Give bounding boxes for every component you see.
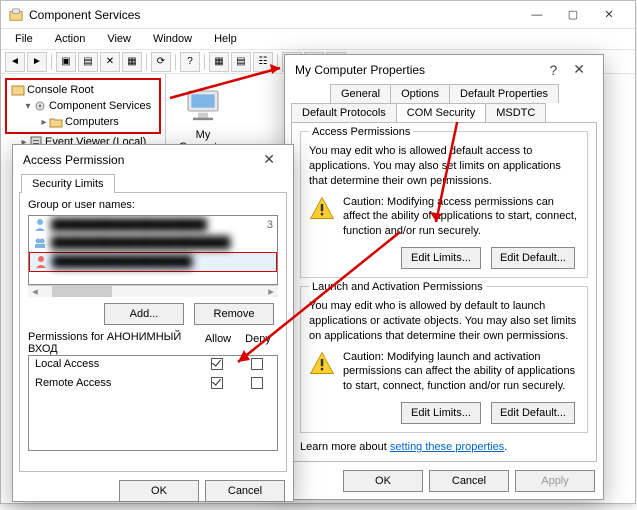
launch-perm-desc: You may edit who is allowed by default t… [309, 299, 579, 344]
view2-button[interactable]: ▤ [231, 52, 251, 72]
up-button[interactable]: ▣ [56, 52, 76, 72]
access-perm-desc: You may edit who is allowed default acce… [309, 144, 579, 189]
user-icon [33, 218, 47, 232]
view3-button[interactable]: ☷ [253, 52, 273, 72]
add-button[interactable]: Add... [104, 303, 184, 325]
tab-options[interactable]: Options [390, 84, 450, 103]
properties-button[interactable]: ▦ [122, 52, 142, 72]
back-button[interactable]: ◄ [5, 52, 25, 72]
scroll-left-icon[interactable]: ◂ [28, 286, 42, 297]
deny-remote-checkbox[interactable] [251, 377, 263, 389]
view1-button[interactable]: ▦ [209, 52, 229, 72]
edit-limits-button[interactable]: Edit Limits... [401, 402, 481, 424]
horizontal-scrollbar[interactable]: ◂ ▸ [28, 285, 278, 297]
help-button[interactable]: ? [180, 52, 200, 72]
menu-action[interactable]: Action [51, 31, 90, 47]
group-label: Group or user names: [28, 199, 278, 211]
tree-computers-label: Computers [65, 116, 119, 128]
cancel-button[interactable]: Cancel [429, 470, 509, 492]
remove-button[interactable]: Remove [194, 303, 274, 325]
table-row: Local Access [29, 356, 277, 375]
tree-comp-svc-label: Component Services [49, 100, 151, 112]
menu-help[interactable]: Help [210, 31, 241, 47]
launch-perm-caution: Caution: Modifying launch and activation… [343, 350, 579, 395]
learn-more-pre: Learn more about [300, 441, 390, 453]
learn-more-link[interactable]: setting these properties [390, 441, 504, 453]
edit-default-button[interactable]: Edit Default... [491, 402, 575, 424]
refresh-button[interactable]: ⟳ [151, 52, 171, 72]
allow-header: Allow [198, 331, 238, 355]
ok-button[interactable]: OK [119, 480, 199, 502]
tree-computers[interactable]: ▸ Computers [9, 114, 157, 130]
expander-icon[interactable]: ▾ [23, 101, 33, 112]
access-permission-dialog: Access Permission ✕ Security Limits Grou… [12, 144, 294, 502]
delete-button[interactable]: ✕ [100, 52, 120, 72]
user-listbox[interactable]: ████████████████████ 3 █████████████████… [28, 215, 278, 285]
list-item[interactable]: ████████████████████ 3 [29, 216, 277, 234]
my-computer-properties-dialog: My Computer Properties ? ✕ General Optio… [284, 54, 604, 500]
edit-default-button[interactable]: Edit Default... [491, 247, 575, 269]
allow-remote-checkbox[interactable] [211, 377, 223, 389]
menubar: File Action View Window Help [1, 29, 635, 50]
menu-file[interactable]: File [11, 31, 37, 47]
close-button[interactable]: ✕ [565, 61, 593, 78]
tree-component-services[interactable]: ▾ Component Services [9, 98, 157, 114]
console-icon [11, 83, 25, 97]
app-icon [9, 8, 23, 22]
learn-more-post: . [504, 441, 507, 453]
access-perm-caution: Caution: Modifying access permissions ca… [343, 195, 579, 240]
scroll-right-icon[interactable]: ▸ [264, 286, 278, 297]
menu-window[interactable]: Window [149, 31, 196, 47]
minimize-button[interactable]: — [519, 5, 555, 25]
permissions-for-label: Permissions for АНОНИМНЫЙ ВХОД [28, 331, 198, 355]
forward-button[interactable]: ► [27, 52, 47, 72]
permissions-table: Local Access Remote Access [28, 355, 278, 451]
dialog-titlebar[interactable]: My Computer Properties ? ✕ [285, 55, 603, 84]
deny-local-checkbox[interactable] [251, 358, 263, 370]
titlebar[interactable]: Component Services — ▢ ✕ [1, 1, 635, 29]
folder-icon [49, 115, 63, 129]
tab-msdtc[interactable]: MSDTC [485, 103, 546, 122]
list-item-selected[interactable]: ██████████████████ [29, 252, 277, 272]
tab-security-limits[interactable]: Security Limits [21, 174, 115, 193]
allow-local-checkbox[interactable] [211, 358, 223, 370]
window-title: Component Services [29, 8, 519, 22]
tab-com-security[interactable]: COM Security [396, 103, 486, 122]
group-title: Launch and Activation Permissions [309, 281, 486, 293]
expander-icon[interactable]: ▸ [39, 117, 49, 128]
access-permissions-group: Access Permissions You may edit who is a… [300, 131, 588, 278]
ok-button[interactable]: OK [343, 470, 423, 492]
tree-root[interactable]: Console Root [9, 82, 157, 98]
show-tree-button[interactable]: ▤ [78, 52, 98, 72]
dialog-titlebar[interactable]: Access Permission ✕ [13, 145, 293, 174]
tab-default-properties[interactable]: Default Properties [449, 84, 559, 103]
dialog-title: Access Permission [23, 153, 255, 167]
close-button[interactable]: ✕ [255, 151, 283, 168]
tab-general[interactable]: General [330, 84, 391, 103]
help-button[interactable]: ? [541, 62, 565, 78]
cancel-button[interactable]: Cancel [205, 480, 285, 502]
perm-local-access: Local Access [29, 356, 197, 375]
dialog-title: My Computer Properties [295, 63, 541, 77]
group-title: Access Permissions [309, 126, 413, 138]
launch-permissions-group: Launch and Activation Permissions You ma… [300, 286, 588, 433]
maximize-button[interactable]: ▢ [555, 5, 591, 25]
warning-icon [309, 350, 335, 379]
gear-icon [33, 99, 47, 113]
edit-limits-button[interactable]: Edit Limits... [401, 247, 481, 269]
warning-icon [309, 195, 335, 224]
menu-view[interactable]: View [103, 31, 135, 47]
my-computer-item[interactable]: My Computer [178, 86, 228, 153]
list-item[interactable]: ███████████████████████ [29, 234, 277, 252]
apply-button[interactable]: Apply [515, 470, 595, 492]
deny-header: Deny [238, 331, 278, 355]
close-button[interactable]: ✕ [591, 5, 627, 25]
perm-remote-access: Remote Access [29, 375, 197, 394]
table-row: Remote Access [29, 375, 277, 394]
tree-root-label: Console Root [27, 84, 94, 96]
group-icon [33, 236, 47, 250]
user-icon [34, 255, 48, 269]
tab-default-protocols[interactable]: Default Protocols [291, 103, 397, 122]
